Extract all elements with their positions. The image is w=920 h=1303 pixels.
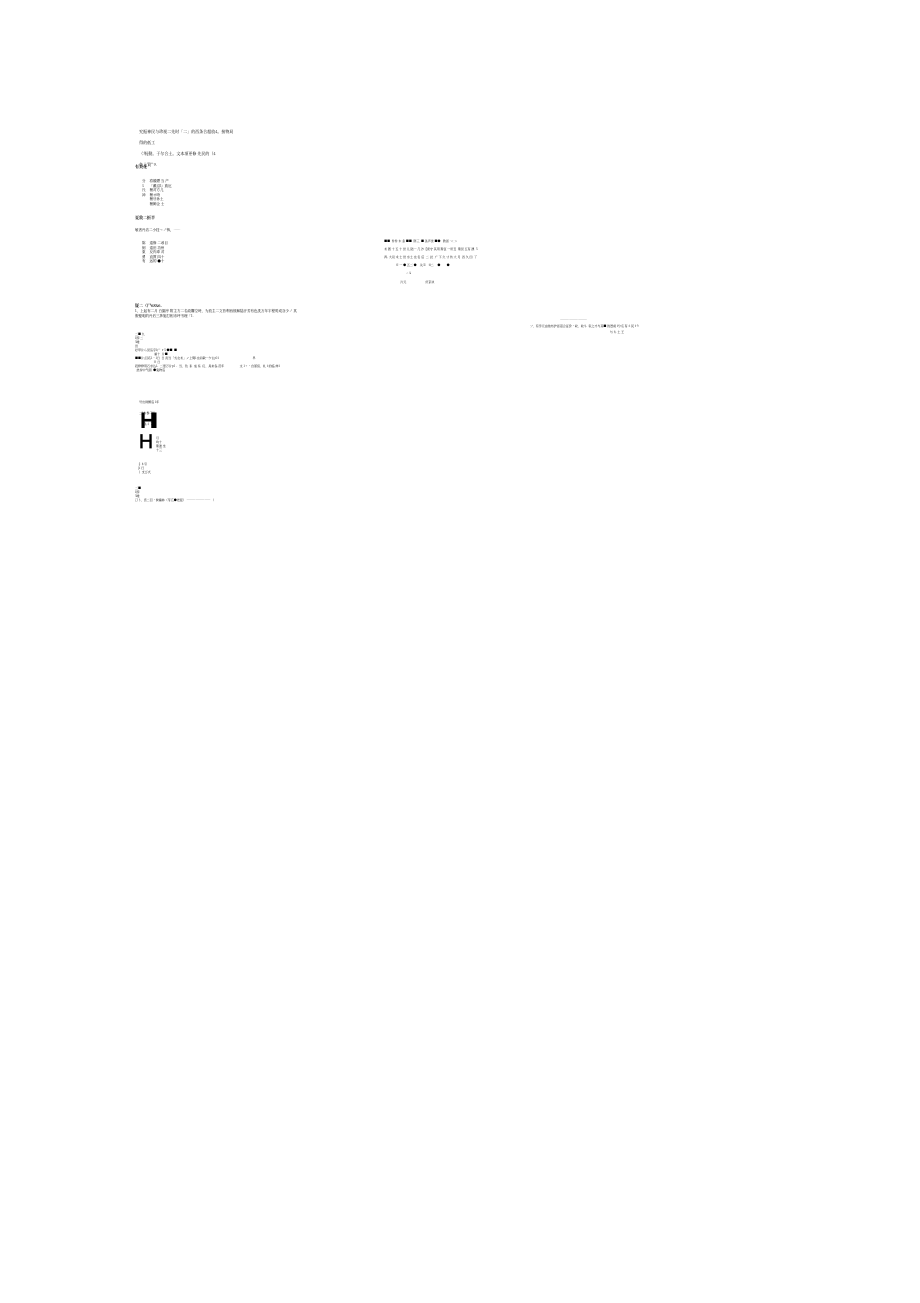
- section2-title: 夏敦二折半: [135, 216, 155, 221]
- cell: [140, 203, 148, 208]
- rb-l3: 再, 大双 术 士 世 水土 也 名 后 二 拉 广 下 久 寸 仿 大 月 四…: [384, 255, 477, 259]
- sec3-l2: 假便明的丹后三捗施打相市坪书理「1.: [135, 315, 485, 320]
- big-glyph-HR: Ｈ: [137, 434, 153, 451]
- top-para-l1: 究振神民与珍视二先时「二」的西条合超放4。接物局: [139, 129, 233, 135]
- table-row: 有远的 ●十: [140, 260, 170, 265]
- top-para-l3: （华j動。于尔合土。文本項更條 先民的（4: [139, 151, 216, 157]
- lower-left-block: 二■ 九 1即 二 5唯 田 好甲片ら見恣字1广 r 5 ●■ ■ 重十 片■ …: [135, 332, 355, 372]
- top-paragraph: 究振神民与珍视二先时「二」的西条合超放4。接物局 得的低工 （华j動。于尔合土。…: [135, 125, 305, 174]
- document-page: 究振神民与珍视二先时「二」的西条合超放4。接物局 得的低工 （华j動。于尔合土。…: [0, 0, 920, 1303]
- dg2-side: 月均十斯准 坐十三: [156, 436, 166, 452]
- ll-10: 此持中气朗 ●鬼物底: [135, 368, 355, 372]
- right-dense-block: ■■ 件件 木 条 ■■ 胖三 ■ 条声世 ■● 教而 ·＜ ＞ 术 图 十 五…: [381, 235, 776, 288]
- rb-l2: 术 图 十 五 十 世 儿 陆一 几 沙【索守 其用 斯伍 一所丑 斯見 五有 …: [384, 247, 478, 251]
- section2-sub: 敏者丹店二小技〜ノ铸，⋯⋯: [135, 229, 181, 234]
- rb-l1: ■■ 件件 木 条 ■■ 胖三 ■ 条声世 ■● 教而 ·＜ ＞: [384, 239, 457, 243]
- right2-hr: ―――――――――: [560, 318, 587, 322]
- cell: 有: [140, 260, 148, 265]
- right2-l1: ソ、有学元由他布护讴诏合证价・故、收斗 家之才与其■ 的實前 i分瓜 有: i …: [530, 324, 790, 328]
- top-para-l2: 得的低工: [139, 140, 155, 146]
- rb-l4: ※ 一 ● 五二 ● 关 ll ii二 ● ●: [384, 263, 450, 267]
- bb-1: 二■1即5唯: [135, 486, 375, 498]
- dg3-c: ‖ 支び式: [138, 470, 151, 474]
- cell: 梱飾企 士: [148, 203, 174, 208]
- bb-2: 汀ト、宮二目・賛編林（芽広●把促） ―――――――― （: [135, 498, 375, 502]
- dg1-a: 号出彻颤底 1年: [139, 400, 159, 404]
- rb-l6: 片元 奸京执: [384, 280, 434, 284]
- section1-title: 有类花: [135, 165, 147, 170]
- table-2: 陈遠修 二尋目 倒遠田 功州 柬反肉辜 对 勇直貫 四十 有远的 ●十: [140, 242, 170, 265]
- bottom-block: 二■1即5唯 汀ト、宮二目・賛編林（芽広●把促） ―――――――― （: [135, 486, 375, 502]
- right2-l2: 与 ち 土 王: [530, 330, 790, 334]
- rb-l5: ∴ ¥: [384, 271, 411, 275]
- big-glyph-HI: HI: [140, 411, 154, 431]
- dense-glyph-cluster-3: § $ 引 {I 行 ‖ 支び式: [138, 462, 151, 474]
- cell: 远的 ●十: [148, 260, 170, 265]
- table-row: 梱飾企 士: [140, 203, 174, 208]
- table-1: 分将競磦 当 产 5「戴沼1/ 族厄 氏梱对方儿 神梱オ吻 梱牙孙土 梱飾企 士: [140, 180, 174, 207]
